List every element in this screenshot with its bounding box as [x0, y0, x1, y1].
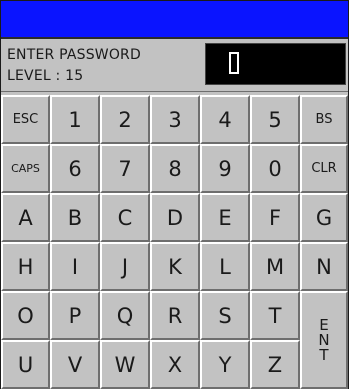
key-m[interactable]: M — [250, 242, 300, 291]
key-y[interactable]: Y — [200, 340, 250, 389]
key-v[interactable]: V — [50, 340, 100, 389]
key-f[interactable]: F — [250, 193, 300, 242]
key-caps[interactable]: CAPS — [1, 144, 50, 193]
key-j[interactable]: J — [100, 242, 150, 291]
key-g[interactable]: G — [300, 193, 348, 242]
key-i[interactable]: I — [50, 242, 100, 291]
prompt-label: ENTER PASSWORD — [7, 47, 141, 63]
key-q[interactable]: Q — [100, 291, 150, 340]
key-x[interactable]: X — [150, 340, 200, 389]
key-u[interactable]: U — [1, 340, 50, 389]
key-5[interactable]: 5 — [250, 95, 300, 144]
key-w[interactable]: W — [100, 340, 150, 389]
key-esc[interactable]: ESC — [1, 95, 50, 144]
key-h[interactable]: H — [1, 242, 50, 291]
key-1[interactable]: 1 — [50, 95, 100, 144]
key-clear[interactable]: CLR — [300, 144, 348, 193]
key-backspace[interactable]: BS — [300, 95, 348, 144]
key-k[interactable]: K — [150, 242, 200, 291]
password-dialog: ENTER PASSWORD LEVEL : 15 ESC 1 2 3 4 5 … — [0, 0, 349, 389]
title-bar — [1, 1, 348, 39]
key-t[interactable]: T — [250, 291, 300, 340]
enter-letter-t: T — [319, 345, 329, 364]
key-d[interactable]: D — [150, 193, 200, 242]
key-r[interactable]: R — [150, 291, 200, 340]
keypad: ESC 1 2 3 4 5 BS CAPS 6 7 8 9 0 CLR A B … — [1, 95, 348, 389]
password-field[interactable] — [205, 43, 346, 85]
key-n[interactable]: N — [300, 242, 348, 291]
key-l[interactable]: L — [200, 242, 250, 291]
level-label: LEVEL : 15 — [7, 68, 84, 84]
key-c[interactable]: C — [100, 193, 150, 242]
key-enter[interactable]: E N T — [300, 291, 348, 389]
key-7[interactable]: 7 — [100, 144, 150, 193]
key-6[interactable]: 6 — [50, 144, 100, 193]
key-2[interactable]: 2 — [100, 95, 150, 144]
key-s[interactable]: S — [200, 291, 250, 340]
text-cursor — [229, 52, 239, 74]
key-9[interactable]: 9 — [200, 144, 250, 193]
key-4[interactable]: 4 — [200, 95, 250, 144]
key-z[interactable]: Z — [250, 340, 300, 389]
key-b[interactable]: B — [50, 193, 100, 242]
key-p[interactable]: P — [50, 291, 100, 340]
key-0[interactable]: 0 — [250, 144, 300, 193]
key-8[interactable]: 8 — [150, 144, 200, 193]
key-o[interactable]: O — [1, 291, 50, 340]
key-a[interactable]: A — [1, 193, 50, 242]
key-e[interactable]: E — [200, 193, 250, 242]
key-3[interactable]: 3 — [150, 95, 200, 144]
